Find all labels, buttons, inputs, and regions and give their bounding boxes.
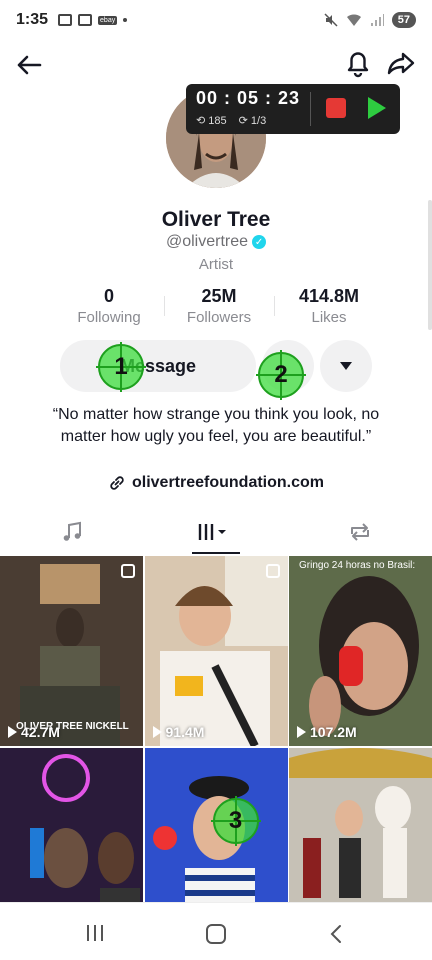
back-button[interactable]: [14, 50, 44, 80]
wifi-icon: [346, 14, 361, 26]
step-marker-1: 1: [96, 342, 146, 392]
video-thumbnail: [289, 556, 432, 746]
status-time: 1:35: [16, 11, 49, 28]
notification-bell-button[interactable]: [344, 48, 372, 78]
videos-grid-icon: [198, 524, 226, 540]
stat-likes[interactable]: 414.8M Likes: [274, 286, 384, 326]
profile-handle: @olivertree: [165, 233, 249, 250]
tab-music[interactable]: [0, 510, 144, 554]
profile-bio: “No matter how strange you think you loo…: [52, 406, 380, 445]
video-tile[interactable]: Gringo 24 horas no Brasil: 107.2M: [289, 556, 432, 746]
video-tile[interactable]: 91.4M: [144, 556, 288, 746]
profile-stats: 0 Following 25M Followers 414.8M Likes: [54, 286, 384, 326]
video-thumbnail: [0, 556, 143, 746]
system-nav-bar: [0, 902, 432, 960]
play-button[interactable]: [368, 97, 386, 119]
tab-reposts[interactable]: [288, 510, 432, 554]
scroll-indicator: [428, 200, 432, 330]
video-views: 107.2M: [310, 724, 357, 740]
carousel-icon: [265, 564, 280, 578]
screen-record-icon: [78, 14, 93, 26]
screenshot-icon: [58, 14, 73, 26]
message-button[interactable]: Message: [60, 340, 256, 392]
bell-icon: [347, 52, 369, 78]
stop-button[interactable]: [326, 98, 346, 118]
share-arrow-icon: [387, 52, 415, 75]
ebay-icon: ebay: [98, 15, 118, 25]
status-bar: 1:35 ebay 57: [0, 0, 432, 40]
step-marker-2: 2: [256, 350, 306, 400]
chevron-down-icon: [340, 362, 352, 370]
play-count-icon: [297, 726, 306, 738]
step-marker-3: 3: [210, 796, 261, 846]
recorder-count-b: 1/3: [250, 115, 267, 127]
carousel-icon: [121, 564, 135, 578]
video-thumbnail: [144, 556, 288, 746]
video-caption: Gringo 24 horas no Brasil:: [299, 560, 416, 571]
repost-icon: [351, 523, 369, 541]
link-icon: [110, 476, 124, 490]
recorder-count-a: 185: [208, 115, 227, 127]
profile-link[interactable]: olivertreefoundation.com: [0, 474, 432, 492]
music-note-icon: [63, 521, 81, 541]
arrow-left-icon: [17, 55, 42, 75]
profile-category: Artist: [198, 256, 234, 273]
profile-tabs: [0, 510, 432, 554]
verified-badge-icon: ✓: [252, 235, 267, 249]
repeat-icon: ⟳: [238, 115, 248, 127]
recorder-timer: 00 : 05 : 23: [196, 88, 301, 108]
loop-icon: ⟲: [196, 115, 206, 127]
video-views: 42.7M: [21, 724, 60, 740]
play-count-icon: [8, 726, 17, 738]
tab-videos[interactable]: [144, 510, 288, 554]
screen-recorder-overlay: 00 : 05 : 23 ⟲ 185 ⟳ 1/3: [186, 84, 400, 134]
signal-icon: [370, 14, 384, 26]
stat-followers[interactable]: 25M Followers: [164, 286, 274, 326]
video-views: 91.4M: [165, 724, 205, 740]
back-nav-icon[interactable]: [326, 923, 346, 945]
play-count-icon: [152, 726, 162, 738]
battery-indicator: 57: [391, 12, 416, 28]
notification-dot-icon: [123, 18, 128, 22]
home-icon[interactable]: [204, 923, 228, 945]
recent-apps-icon[interactable]: [84, 923, 106, 943]
recorder-divider: [310, 92, 311, 126]
stat-following[interactable]: 0 Following: [54, 286, 164, 326]
video-tile[interactable]: OLIVER TREE NICKELL 42.7M: [0, 556, 143, 746]
video-grid: OLIVER TREE NICKELL 42.7M 91.4M Gringo 2…: [0, 556, 432, 938]
profile-link-text: olivertreefoundation.com: [131, 474, 325, 491]
more-options-dropdown[interactable]: [320, 340, 372, 392]
share-button[interactable]: [386, 48, 416, 78]
profile-handle-row: @olivertree ✓: [0, 233, 432, 251]
mute-icon: [324, 13, 338, 27]
profile-name: Oliver Tree: [161, 208, 271, 231]
